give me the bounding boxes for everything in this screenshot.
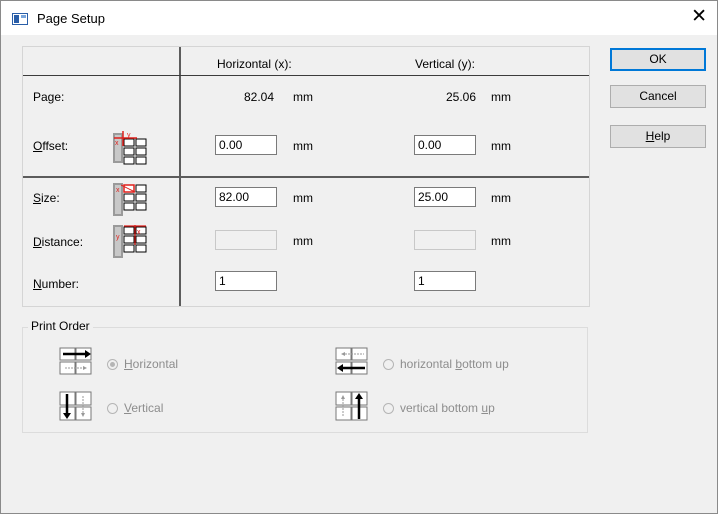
order-horizontal-icon: [59, 347, 92, 375]
page-height-unit: mm: [491, 90, 511, 104]
close-icon[interactable]: ✕: [691, 7, 707, 26]
radio-selected-dot: [110, 362, 115, 367]
number-label: Number:: [33, 277, 80, 291]
size-horizontal-unit: mm: [293, 191, 313, 205]
print-order-group: Print Order Horizontal Vertical horizont…: [22, 319, 588, 433]
number-horizontal-input[interactable]: 1: [215, 271, 277, 291]
print-order-title: Print Order: [28, 319, 93, 333]
svg-text:x: x: [137, 229, 141, 236]
distance-vertical-input[interactable]: [414, 230, 476, 250]
layout-grid: Horizontal (x): Vertical (y): Page: 82.0…: [22, 46, 590, 307]
svg-text:x: x: [115, 140, 119, 147]
offset-horizontal-unit: mm: [293, 139, 313, 153]
page-width-value: 82.04: [244, 90, 275, 104]
svg-text:y: y: [127, 132, 131, 139]
distance-icon: x y: [113, 225, 147, 258]
svg-text:x: x: [116, 187, 120, 194]
window-title: Page Setup: [37, 11, 105, 26]
number-vertical-input[interactable]: 1: [414, 271, 476, 291]
distance-horizontal-input[interactable]: [215, 230, 277, 250]
order-vertical-radio[interactable]: [107, 403, 118, 414]
offset-horizontal-input[interactable]: 0.00: [215, 135, 277, 155]
horizontal-column-header: Horizontal (x):: [217, 57, 292, 71]
title-bar: Page Setup ✕: [1, 1, 717, 35]
order-horizontal-radio[interactable]: [107, 359, 118, 370]
page-setup-dialog: Page Setup ✕ Horizontal (x): Vertical (y…: [0, 0, 718, 514]
order-horizontal-label: Horizontal: [124, 357, 179, 371]
order-vertical-label: Vertical: [124, 401, 164, 415]
order-vertical-bottom-up-icon: [335, 391, 368, 421]
distance-label: Distance:: [33, 235, 84, 249]
order-vertical-bottom-up-radio[interactable]: [383, 403, 394, 414]
offset-vertical-unit: mm: [491, 139, 511, 153]
section-divider: [23, 176, 589, 178]
page-setup-icon: [12, 13, 28, 25]
offset-vertical-input[interactable]: 0.00: [414, 135, 476, 155]
offset-icon: y x: [113, 131, 147, 165]
page-label: Page:: [33, 90, 65, 104]
order-horizontal-bottom-up-radio[interactable]: [383, 359, 394, 370]
distance-horizontal-unit: mm: [293, 234, 313, 248]
header-divider: [23, 75, 589, 76]
page-width-unit: mm: [293, 90, 313, 104]
order-horizontal-bottom-up-label: horizontal bottom up: [400, 357, 509, 371]
vertical-column-header: Vertical (y):: [415, 57, 476, 71]
page-height-value: 25.06: [446, 90, 477, 104]
order-horizontal-bottom-up-icon: [335, 347, 368, 375]
distance-vertical-unit: mm: [491, 234, 511, 248]
size-label: Size:: [33, 191, 60, 205]
cancel-button[interactable]: Cancel: [610, 85, 706, 108]
size-icon: x: [113, 183, 147, 216]
size-horizontal-input[interactable]: 82.00: [215, 187, 277, 207]
size-vertical-unit: mm: [491, 191, 511, 205]
size-vertical-input[interactable]: 25.00: [414, 187, 476, 207]
offset-label: Offset:: [33, 139, 69, 153]
order-vertical-bottom-up-label: vertical bottom up: [400, 401, 495, 415]
help-button[interactable]: Help: [610, 125, 706, 148]
order-vertical-icon: [59, 391, 92, 421]
svg-text:y: y: [116, 234, 120, 241]
ok-button[interactable]: OK: [610, 48, 706, 71]
